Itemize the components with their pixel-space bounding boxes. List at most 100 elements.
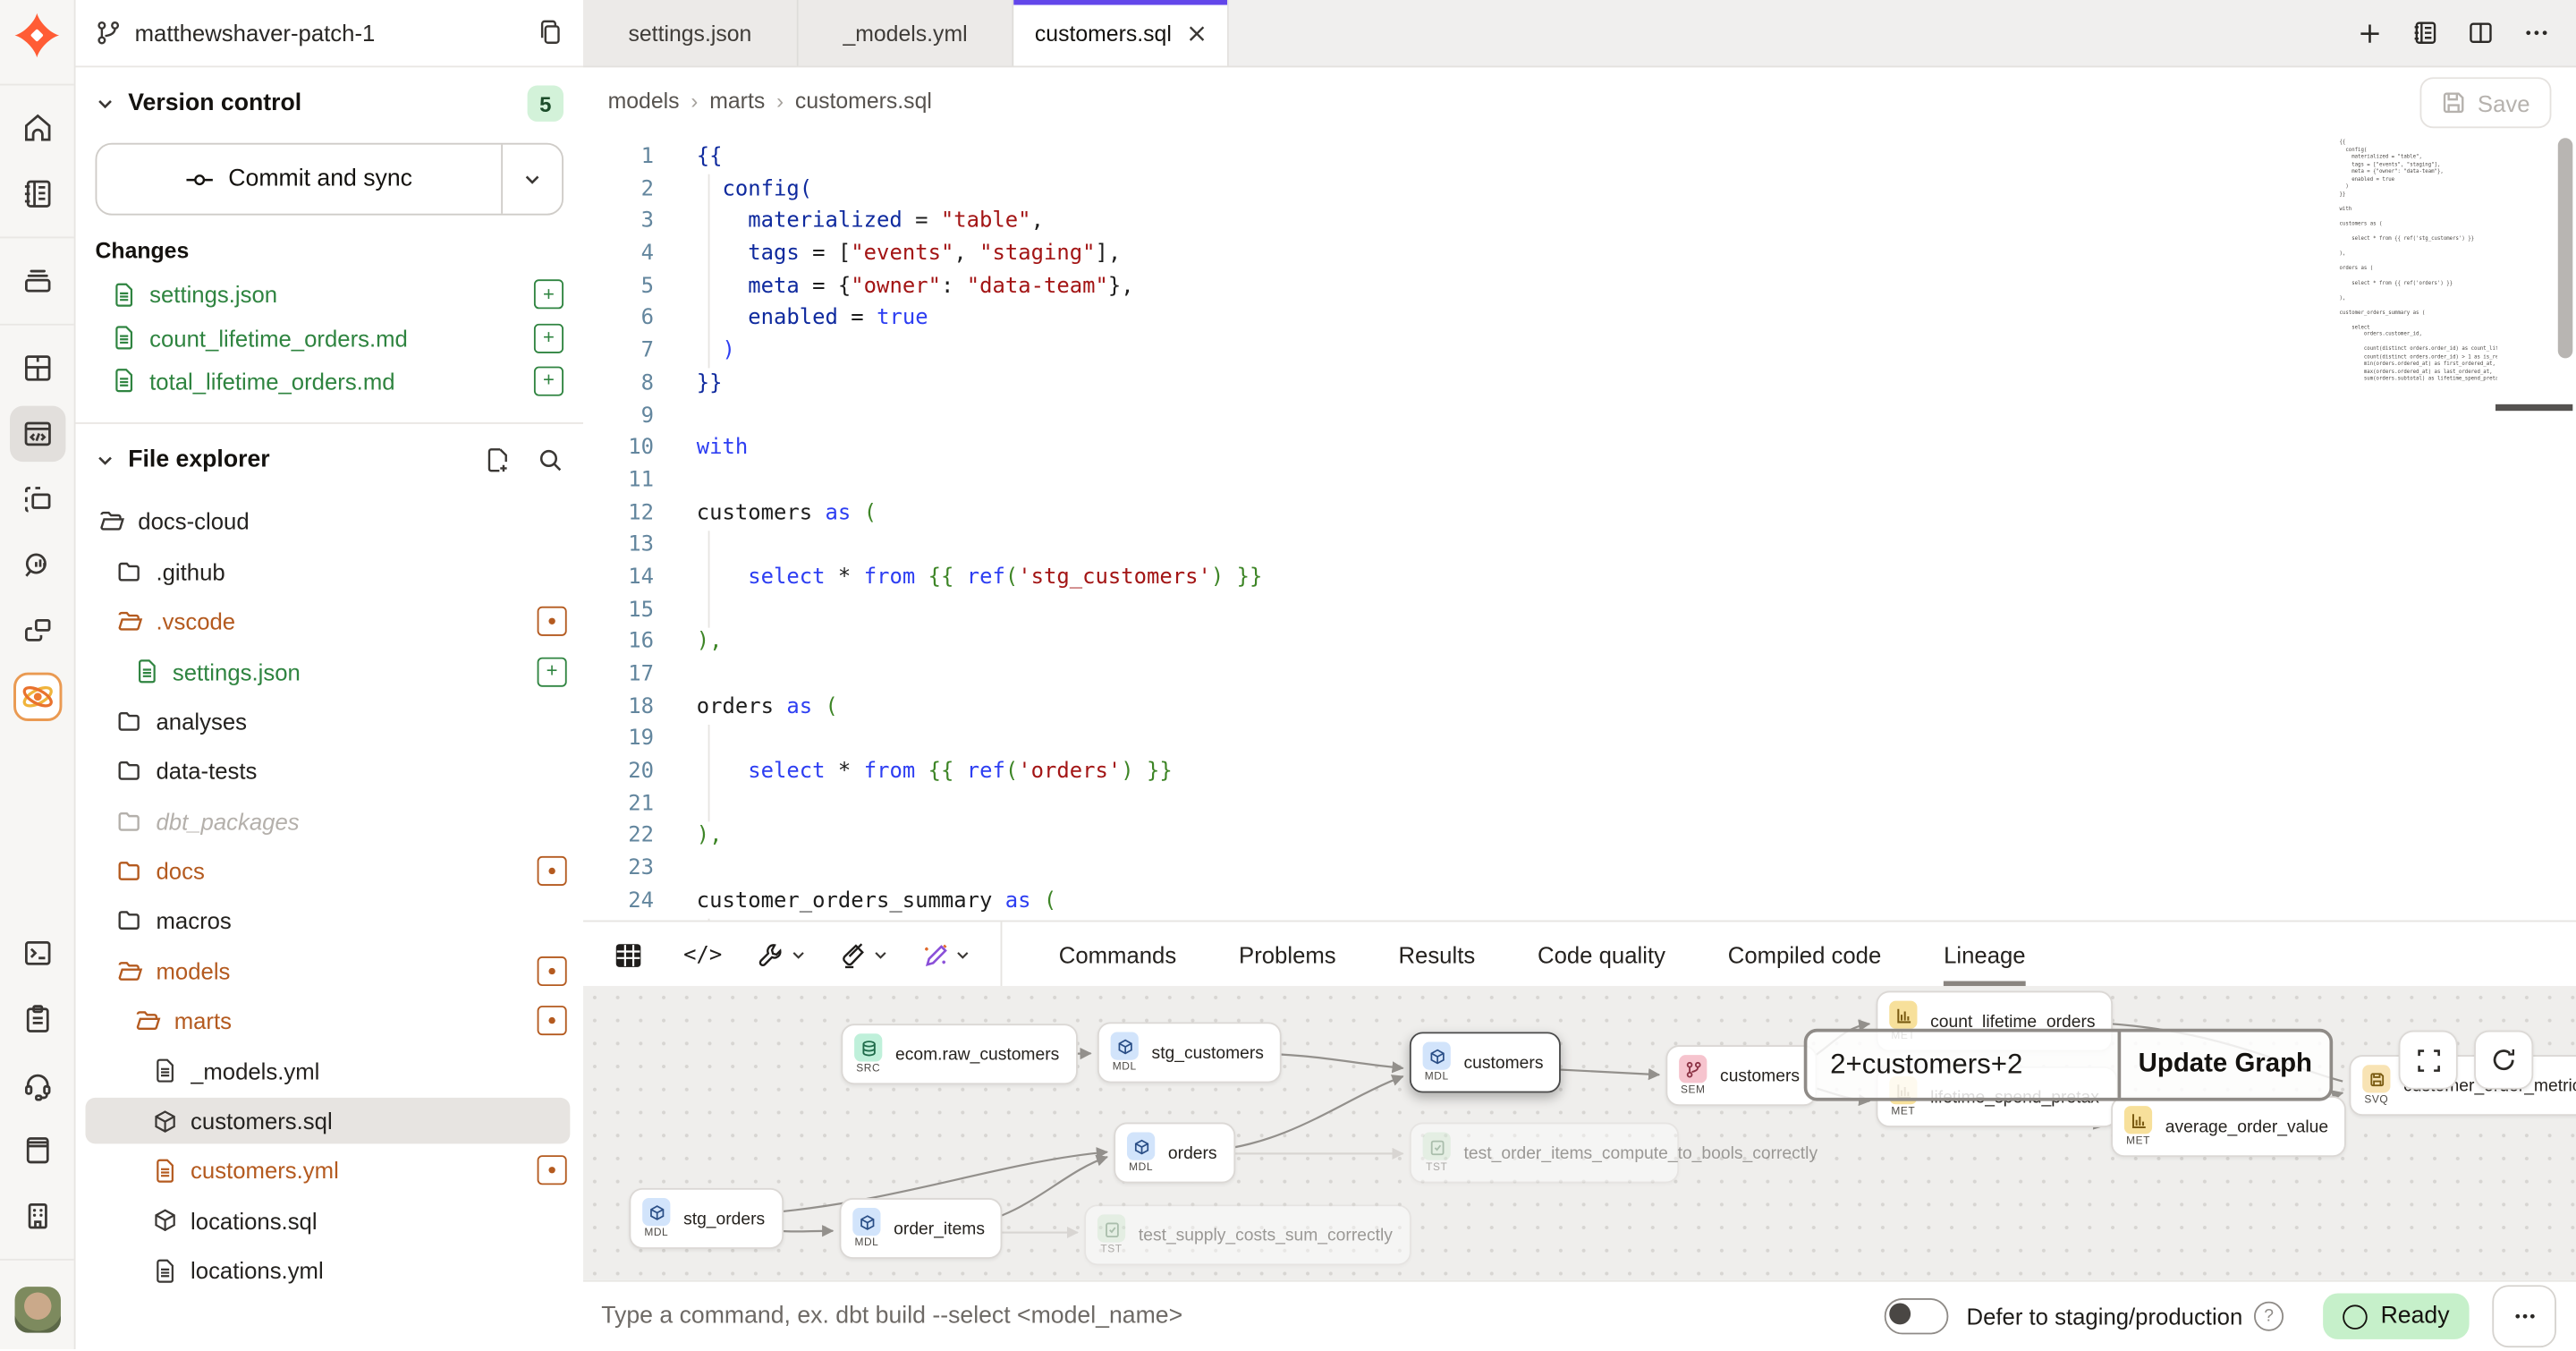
changed-file-row[interactable]: settings.json+ bbox=[75, 273, 583, 316]
notebook-icon[interactable] bbox=[2411, 20, 2437, 46]
rail-grid-button[interactable] bbox=[9, 340, 64, 395]
code-text: config( bbox=[697, 174, 812, 206]
save-button[interactable]: Save bbox=[2420, 77, 2552, 128]
command-input[interactable]: Type a command, ex. dbt build --select <… bbox=[601, 1304, 1884, 1330]
tree-item-customers.yml[interactable]: customers.yml bbox=[75, 1146, 583, 1196]
lineage-node-stg_customers[interactable]: MDLstg_customers bbox=[1097, 1022, 1282, 1083]
preview-table-icon[interactable] bbox=[613, 939, 644, 971]
tree-item-_models.yml[interactable]: _models.yml bbox=[75, 1046, 583, 1096]
more-options-icon[interactable] bbox=[2523, 20, 2549, 46]
tree-item-settings.json[interactable]: settings.json+ bbox=[75, 646, 583, 696]
panel-tab-Code quality[interactable]: Code quality bbox=[1538, 922, 1665, 987]
code-line: 13 bbox=[583, 530, 2576, 562]
tree-item-.github[interactable]: .github bbox=[75, 547, 583, 597]
compile-code-icon[interactable]: </> bbox=[683, 942, 722, 967]
tree-item-analyses[interactable]: analyses bbox=[75, 696, 583, 746]
rail-building-button[interactable] bbox=[9, 1188, 64, 1244]
rail-frame-button[interactable] bbox=[9, 472, 64, 527]
stage-file-badge[interactable]: + bbox=[538, 657, 567, 686]
lineage-node-customers[interactable]: MDLcustomers bbox=[1410, 1032, 1562, 1092]
tree-item-.vscode[interactable]: .vscode bbox=[75, 597, 583, 647]
copy-icon[interactable] bbox=[538, 20, 564, 46]
lineage-node-test_supply_costs_sum_correctly[interactable]: TSTtest_supply_costs_sum_correctly bbox=[1084, 1204, 1411, 1265]
code-line: 3 materialized = "table", bbox=[583, 206, 2576, 238]
tab-customers.sql[interactable]: customers.sql bbox=[1013, 0, 1229, 65]
panel-tab-Compiled code[interactable]: Compiled code bbox=[1728, 922, 1882, 987]
ai-magic-pen-icon[interactable] bbox=[922, 941, 971, 969]
tree-item-label: models bbox=[156, 958, 537, 984]
tab-settings.json[interactable]: settings.json bbox=[583, 0, 799, 65]
fullscreen-button[interactable] bbox=[2399, 1031, 2458, 1090]
tree-item-dbt_packages[interactable]: dbt_packages bbox=[75, 796, 583, 846]
file-explorer-header[interactable]: File explorer bbox=[75, 424, 583, 497]
split-view-icon[interactable] bbox=[2468, 20, 2494, 46]
breadcrumb-marts[interactable]: marts bbox=[709, 88, 765, 113]
panel-tab-Problems[interactable]: Problems bbox=[1239, 922, 1336, 987]
book-icon bbox=[21, 1134, 54, 1167]
stage-file-badge[interactable]: + bbox=[534, 280, 564, 310]
rail-search-insights-button[interactable] bbox=[9, 538, 64, 593]
user-avatar[interactable] bbox=[14, 1287, 60, 1332]
tst-icon bbox=[1423, 1133, 1451, 1160]
close-icon[interactable] bbox=[1188, 24, 1206, 42]
version-control-header[interactable]: Version control 5 bbox=[75, 67, 583, 140]
rail-clipboard-button[interactable] bbox=[9, 991, 64, 1047]
tree-item-macros[interactable]: macros bbox=[75, 896, 583, 947]
branch-row[interactable]: matthewshaver-patch-1 bbox=[75, 0, 583, 67]
rail-headset-button[interactable] bbox=[9, 1057, 64, 1112]
panel-tab-Commands[interactable]: Commands bbox=[1059, 922, 1176, 987]
tree-item-docs[interactable]: docs bbox=[75, 846, 583, 896]
lineage-node-orders[interactable]: MDLorders bbox=[1114, 1122, 1234, 1183]
changed-file-row[interactable]: total_lifetime_orders.md+ bbox=[75, 360, 583, 403]
rail-code-panel-button[interactable] bbox=[9, 406, 64, 462]
lineage-node-customer_order_metrics[interactable]: SVQcustomer_order_metrics bbox=[2350, 1055, 2576, 1116]
rail-book-button[interactable] bbox=[9, 1122, 64, 1177]
rail-ai-atom-button[interactable] bbox=[9, 669, 64, 725]
rail-windows-button[interactable] bbox=[9, 603, 64, 659]
tree-item-models[interactable]: models bbox=[75, 946, 583, 996]
lineage-node-order_items[interactable]: MDLorder_items bbox=[840, 1198, 1004, 1259]
help-icon[interactable]: ? bbox=[2254, 1302, 2284, 1331]
rail-journal-button[interactable] bbox=[9, 166, 64, 222]
panel-tab-Results[interactable]: Results bbox=[1398, 922, 1475, 987]
refresh-button[interactable] bbox=[2474, 1031, 2533, 1090]
new-file-icon[interactable] bbox=[485, 447, 511, 473]
update-graph-button[interactable]: Update Graph bbox=[2118, 1032, 2330, 1097]
status-circle-icon bbox=[2343, 1304, 2368, 1329]
stage-file-badge[interactable]: + bbox=[534, 367, 564, 396]
lineage-graph[interactable]: SRCecom.raw_customers MDLstg_customers MDL… bbox=[583, 986, 2576, 1280]
status-more-button[interactable] bbox=[2492, 1285, 2556, 1347]
code-editor[interactable]: 1{{2 config(3 materialized = "table",4 t… bbox=[583, 135, 2576, 921]
tree-item-locations.sql[interactable]: locations.sql bbox=[75, 1195, 583, 1245]
format-icon[interactable] bbox=[840, 941, 889, 969]
editor-scrollbar[interactable] bbox=[2558, 138, 2573, 358]
tree-item-docs-cloud[interactable]: docs-cloud bbox=[75, 497, 583, 547]
rail-home-button[interactable] bbox=[9, 100, 64, 156]
tree-item-marts[interactable]: marts bbox=[75, 996, 583, 1046]
lineage-node-average_order_value[interactable]: METaverage_order_value bbox=[2111, 1096, 2346, 1157]
lineage-node-customers[interactable]: SEMcustomers bbox=[1665, 1045, 1818, 1106]
commit-options-dropdown[interactable] bbox=[501, 145, 562, 214]
minimap[interactable]: {{ config( materialized = "table", tags … bbox=[2340, 138, 2497, 381]
tree-item-locations.yml[interactable]: locations.yml bbox=[75, 1245, 583, 1296]
search-icon[interactable] bbox=[538, 447, 564, 473]
new-tab-icon[interactable] bbox=[2358, 21, 2383, 46]
ready-status-badge[interactable]: Ready bbox=[2323, 1294, 2469, 1339]
tree-item-data-tests[interactable]: data-tests bbox=[75, 746, 583, 796]
defer-toggle[interactable] bbox=[1885, 1298, 1949, 1334]
lineage-selector-input[interactable]: 2+customers+2 bbox=[1807, 1032, 2117, 1097]
lineage-node-stg_orders[interactable]: MDLstg_orders bbox=[629, 1188, 783, 1249]
build-wrench-icon[interactable] bbox=[758, 941, 808, 969]
lineage-node-ecom.raw_customers[interactable]: SRCecom.raw_customers bbox=[841, 1024, 1077, 1084]
commit-and-sync-button[interactable]: Commit and sync bbox=[96, 143, 564, 216]
folder-open-icon bbox=[135, 1007, 161, 1033]
rail-inbox-button[interactable] bbox=[9, 253, 64, 309]
panel-tab-Lineage[interactable]: Lineage bbox=[1944, 922, 2026, 987]
changed-file-row[interactable]: count_lifetime_orders.md+ bbox=[75, 316, 583, 359]
tab-_models.yml[interactable]: _models.yml bbox=[799, 0, 1014, 65]
rail-terminal-button[interactable] bbox=[9, 925, 64, 981]
breadcrumb-models[interactable]: models bbox=[608, 88, 680, 113]
lineage-node-test_order_items_compute_to_bools_correctly[interactable]: TSTtest_order_items_compute_to_bools_cor… bbox=[1410, 1122, 1679, 1183]
tree-item-customers.sql[interactable]: customers.sql bbox=[75, 1096, 583, 1146]
stage-file-badge[interactable]: + bbox=[534, 323, 564, 353]
